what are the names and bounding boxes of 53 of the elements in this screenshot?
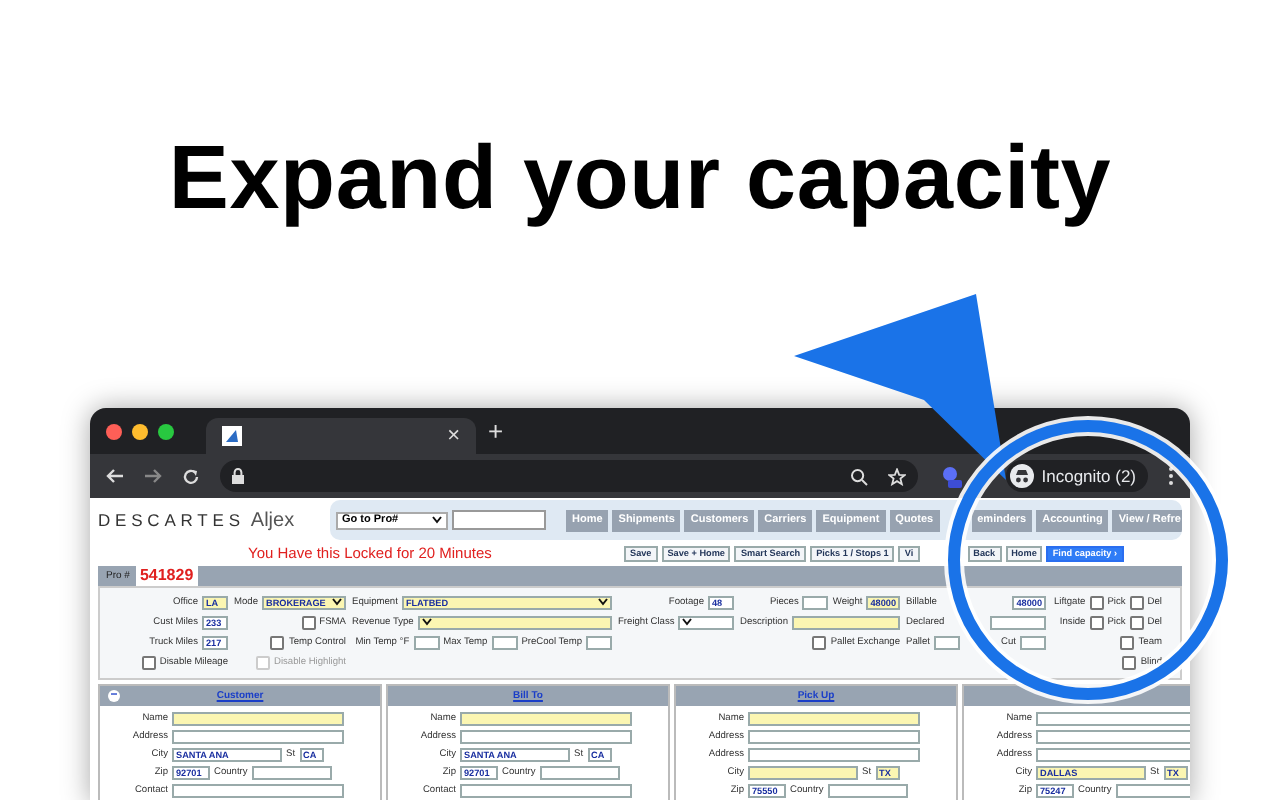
- input-field[interactable]: [748, 711, 920, 725]
- input-field[interactable]: [539, 765, 620, 779]
- chevron-down-icon: [332, 598, 342, 607]
- close-tab-button[interactable]: ×: [447, 424, 460, 448]
- input-field[interactable]: [413, 635, 440, 650]
- pointer-arrow-icon: [794, 294, 1006, 480]
- chevron-down-icon: [598, 598, 608, 607]
- new-tab-button[interactable]: +: [488, 416, 504, 446]
- input-field[interactable]: [491, 635, 518, 650]
- input-field[interactable]: [460, 711, 632, 725]
- input-field[interactable]: [802, 595, 829, 610]
- input-field[interactable]: [172, 711, 344, 725]
- input-field[interactable]: [172, 729, 344, 743]
- maximize-window-icon[interactable]: [158, 423, 174, 439]
- reload-icon[interactable]: [182, 467, 200, 485]
- chevron-down-icon: [682, 618, 693, 627]
- input-field[interactable]: [990, 615, 1046, 630]
- incognito-icon: [1009, 464, 1034, 488]
- input-field[interactable]: [172, 783, 344, 797]
- logo: DESCARTES Aljex: [98, 509, 297, 532]
- star-icon[interactable]: [887, 467, 906, 485]
- chevron-down-icon: [421, 618, 432, 627]
- input-field[interactable]: [1020, 635, 1046, 650]
- input-field[interactable]: [460, 729, 632, 743]
- lock-icon: [232, 468, 244, 484]
- input-field[interactable]: [1036, 711, 1190, 725]
- back-arrow-icon[interactable]: [106, 468, 124, 484]
- input-field[interactable]: [460, 783, 632, 797]
- zoom-icon[interactable]: [849, 467, 868, 485]
- input-field[interactable]: [1036, 747, 1190, 761]
- input-field[interactable]: [748, 729, 920, 743]
- extension-icon[interactable]: [937, 464, 962, 488]
- minimize-window-icon[interactable]: [132, 423, 148, 439]
- favicon-icon: [222, 426, 242, 446]
- browser-tab[interactable]: ×: [206, 418, 476, 454]
- chevron-down-icon: [432, 516, 442, 525]
- pro-number: 541829: [135, 566, 198, 587]
- profile-button[interactable]: Incognito (2): [1005, 460, 1148, 492]
- more-menu-icon[interactable]: [1168, 466, 1174, 486]
- input-field[interactable]: [586, 635, 612, 650]
- headline: Expand your capacity: [168, 124, 1112, 232]
- input-field[interactable]: [748, 747, 920, 761]
- input-field[interactable]: [1036, 729, 1190, 743]
- close-window-icon[interactable]: [106, 423, 122, 439]
- dropdown[interactable]: [678, 615, 734, 630]
- input-field[interactable]: [792, 615, 900, 630]
- input-field[interactable]: [251, 765, 332, 779]
- input-field[interactable]: [1115, 783, 1190, 797]
- forward-arrow-icon[interactable]: [144, 468, 162, 484]
- input-field[interactable]: [827, 783, 908, 797]
- input-field[interactable]: [452, 510, 546, 531]
- input-field[interactable]: [934, 635, 960, 650]
- input-field[interactable]: [748, 765, 858, 779]
